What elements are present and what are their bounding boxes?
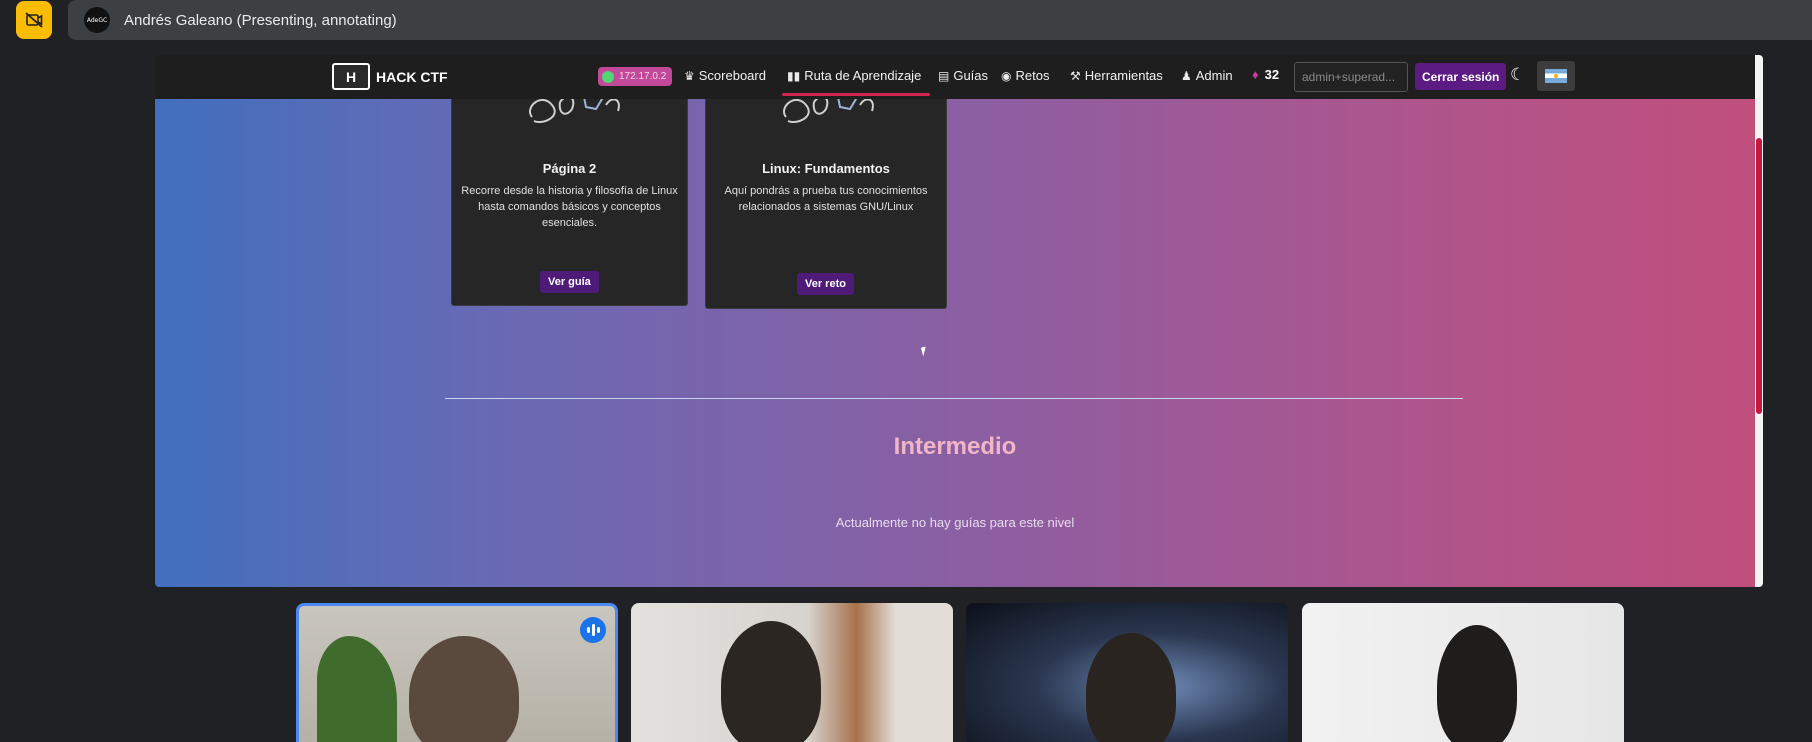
card-title: Página 2 bbox=[542, 161, 597, 176]
linux-mascot-icon bbox=[783, 99, 874, 123]
participant-tile[interactable] bbox=[966, 603, 1288, 742]
brand-name: HACK CTF bbox=[376, 68, 448, 85]
status-dot-icon bbox=[602, 70, 614, 83]
mouse-cursor-icon bbox=[920, 346, 929, 357]
brain-icon: ◉ bbox=[1001, 68, 1012, 83]
guide-card: Página 2 Recorre desde la historia y fil… bbox=[451, 99, 688, 306]
participant-tile[interactable] bbox=[631, 603, 953, 742]
argentina-flag-icon bbox=[1545, 69, 1567, 83]
speaking-indicator-icon bbox=[580, 617, 606, 643]
nav-herramientas[interactable]: ⚒ Herramientas bbox=[1070, 68, 1163, 83]
page-content: Página 2 Recorre desde la historia y fil… bbox=[155, 99, 1755, 587]
presenter-banner[interactable]: AdeGC Andrés Galeano (Presenting, annota… bbox=[68, 0, 1812, 40]
linux-mascot-icon bbox=[529, 99, 620, 123]
camera-off-button[interactable] bbox=[16, 1, 52, 39]
level-title: Intermedio bbox=[893, 433, 1017, 460]
nav-guias[interactable]: ▤ Guías bbox=[938, 68, 988, 83]
camera-off-icon bbox=[25, 12, 43, 28]
view-guide-button[interactable]: Ver guía bbox=[540, 271, 599, 293]
card-description: Aquí pondrás a prueba tus conocimientos … bbox=[724, 185, 928, 213]
user-field[interactable] bbox=[1294, 62, 1408, 92]
brand[interactable]: H HACK CTF bbox=[332, 63, 448, 90]
document-icon: ▤ bbox=[938, 68, 950, 83]
plant-image bbox=[317, 636, 397, 742]
participant-video bbox=[721, 621, 821, 742]
site-navbar: H HACK CTF 172.17.0.2 ♛ Scoreboard ▮▮ Ru… bbox=[155, 55, 1755, 99]
points-value: 32 bbox=[1264, 67, 1280, 82]
book-icon: ▮▮ bbox=[787, 68, 801, 83]
crown-icon: ♛ bbox=[684, 68, 695, 83]
points-counter: ♦ 32 bbox=[1252, 67, 1279, 82]
nav-guias-label: Guías bbox=[953, 68, 989, 83]
view-challenge-button[interactable]: Ver reto bbox=[797, 273, 854, 295]
presenter-avatar: AdeGC bbox=[84, 7, 110, 33]
presenter-title: Andrés Galeano (Presenting, annotating) bbox=[124, 11, 397, 29]
nav-scoreboard[interactable]: ♛ Scoreboard bbox=[684, 68, 766, 83]
page-scrollbar[interactable] bbox=[1755, 55, 1763, 587]
card-title: Linux: Fundamentos bbox=[762, 161, 890, 176]
participant-video bbox=[1086, 633, 1176, 742]
card-description: Recorre desde la historia y filosofía de… bbox=[461, 185, 678, 229]
wrench-icon: ⚒ bbox=[1070, 68, 1081, 83]
section-divider bbox=[445, 398, 1463, 399]
user-icon: ♟ bbox=[1181, 68, 1192, 83]
nav-scoreboard-label: Scoreboard bbox=[698, 68, 766, 83]
logout-button[interactable]: Cerrar sesión bbox=[1415, 63, 1507, 90]
nav-retos[interactable]: ◉ Retos bbox=[1001, 68, 1049, 83]
brand-logo: H bbox=[332, 63, 370, 90]
ip-address: 172.17.0.2 bbox=[619, 71, 667, 82]
nav-ruta-label: Ruta de Aprendizaje bbox=[804, 68, 922, 83]
nav-admin-label: Admin bbox=[1195, 68, 1233, 83]
active-nav-indicator bbox=[782, 93, 930, 96]
participant-video bbox=[1437, 625, 1517, 742]
flame-icon: ♦ bbox=[1252, 67, 1259, 82]
scrollbar-thumb[interactable] bbox=[1756, 138, 1762, 414]
empty-state-message: Actualmente no hay guías para este nivel bbox=[835, 515, 1075, 530]
meet-top-bar: AdeGC Andrés Galeano (Presenting, annota… bbox=[0, 0, 1812, 40]
language-button[interactable] bbox=[1537, 61, 1575, 91]
participant-tile[interactable] bbox=[296, 603, 618, 742]
participant-video bbox=[409, 636, 519, 742]
moon-icon[interactable]: ☾ bbox=[1510, 65, 1525, 85]
challenge-card: Linux: Fundamentos Aquí pondrás a prueba… bbox=[705, 99, 947, 309]
nav-retos-label: Retos bbox=[1015, 68, 1050, 83]
shared-screen: H HACK CTF 172.17.0.2 ♛ Scoreboard ▮▮ Ru… bbox=[155, 55, 1763, 587]
participant-tile[interactable] bbox=[1302, 603, 1624, 742]
nav-ruta-aprendizaje[interactable]: ▮▮ Ruta de Aprendizaje bbox=[787, 68, 921, 83]
ip-badge: 172.17.0.2 bbox=[598, 67, 673, 86]
nav-herramientas-label: Herramientas bbox=[1084, 68, 1163, 83]
nav-admin[interactable]: ♟ Admin bbox=[1181, 68, 1233, 83]
